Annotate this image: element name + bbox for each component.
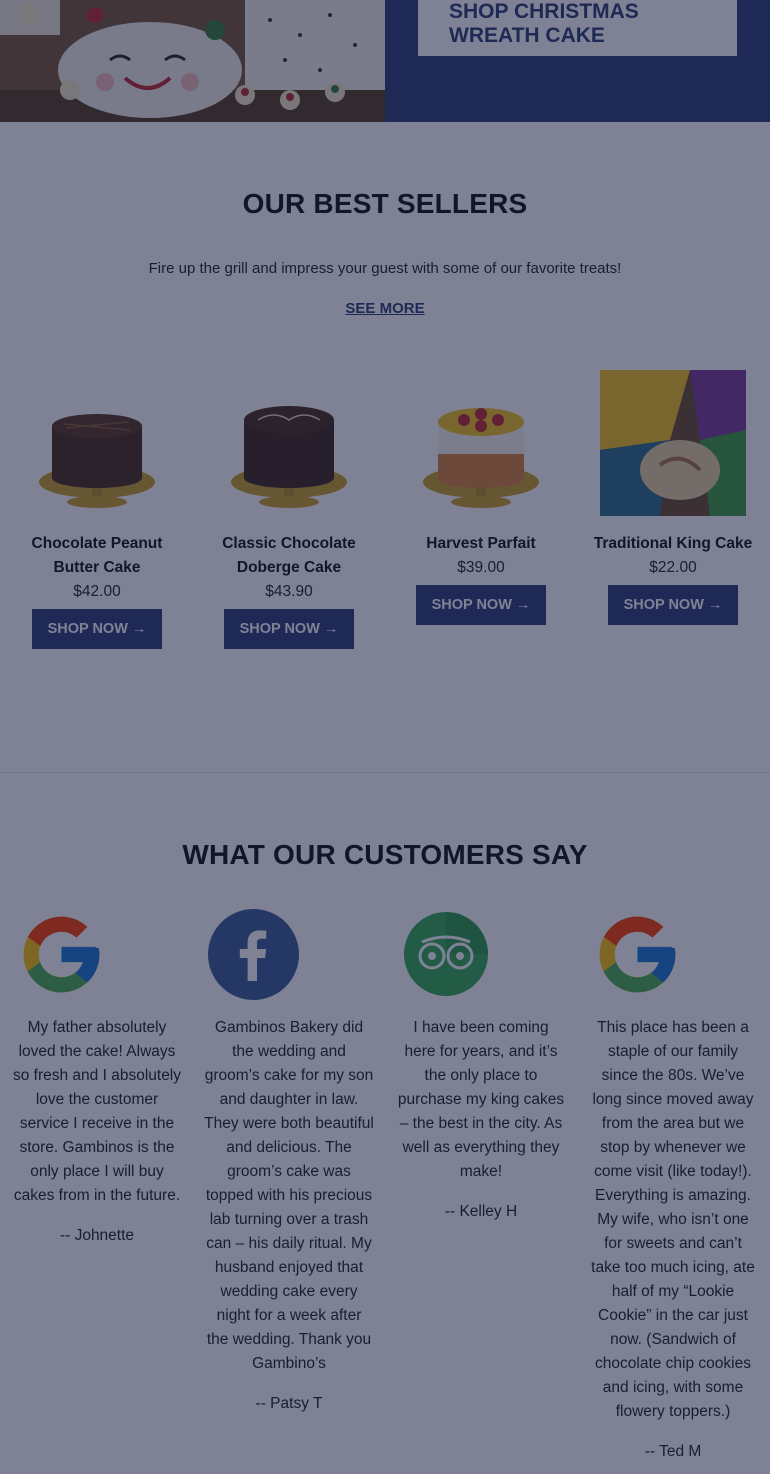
review-card: Gambinos Bakery did the wedding and groo…	[204, 909, 374, 1416]
shop-christmas-wreath-cake-button[interactable]: SHOP CHRISTMAS WREATH CAKE	[418, 0, 737, 56]
see-more-link[interactable]: SEE MORE	[0, 300, 770, 317]
review-card: This place has been a staple of our fami…	[588, 916, 758, 1464]
product-image[interactable]	[216, 370, 362, 516]
product-price: $42.00	[73, 583, 121, 600]
product-image[interactable]	[408, 370, 554, 516]
best-sellers-title: OUR BEST SELLERS	[242, 188, 528, 219]
hero-banner: SHOP CHRISTMAS WREATH CAKE	[0, 0, 770, 122]
product-name[interactable]: Traditional King Cake	[588, 532, 758, 556]
reviews-title: WHAT OUR CUSTOMERS SAY	[182, 839, 588, 870]
section-divider	[0, 772, 770, 773]
product-card: Classic Chocolate Doberge Cake $43.90 SH…	[204, 370, 374, 649]
review-author: -- Ted M	[644, 1443, 702, 1460]
review-author: -- Patsy T	[255, 1395, 323, 1412]
google-icon	[592, 909, 683, 1005]
hero-cta-line1: SHOP CHRISTMAS	[449, 0, 639, 23]
review-text: Gambinos Bakery did the wedding and groo…	[204, 1019, 374, 1372]
product-image[interactable]	[600, 370, 746, 516]
review-text: My father absolutely loved the cake! Alw…	[12, 1019, 182, 1204]
hero-cta-line2: WREATH CAKE	[449, 24, 605, 47]
review-author: -- Kelley H	[444, 1203, 518, 1220]
facebook-icon	[208, 909, 299, 1005]
review-author: -- Johnette	[59, 1227, 135, 1244]
review-card: My father absolutely loved the cake! Alw…	[12, 916, 182, 1248]
page: SHOP CHRISTMAS WREATH CAKE OUR BEST SELL…	[0, 0, 770, 1474]
shop-now-button[interactable]: SHOP NOW →	[224, 609, 354, 649]
product-name[interactable]: Chocolate Peanut Butter Cake	[12, 532, 182, 580]
product-name[interactable]: Classic Chocolate Doberge Cake	[204, 532, 374, 580]
product-price: $43.90	[265, 583, 313, 600]
review-text: This place has been a staple of our fami…	[591, 1019, 755, 1420]
tripadvisor-icon	[404, 912, 488, 1001]
hero-cake-image	[0, 0, 385, 122]
product-image[interactable]	[24, 370, 170, 516]
shop-now-button[interactable]: SHOP NOW →	[32, 609, 162, 649]
product-card: Traditional King Cake $22.00 SHOP NOW →	[588, 370, 758, 625]
product-price: $22.00	[649, 559, 697, 576]
shop-now-button[interactable]: SHOP NOW →	[608, 585, 738, 625]
shop-now-button[interactable]: SHOP NOW →	[416, 585, 546, 625]
product-name[interactable]: Harvest Parfait	[396, 532, 566, 556]
google-icon	[16, 909, 107, 1005]
product-card: Harvest Parfait $39.00 SHOP NOW →	[396, 370, 566, 625]
review-card: I have been coming here for years, and i…	[396, 912, 566, 1224]
review-text: I have been coming here for years, and i…	[397, 1019, 565, 1180]
best-sellers-subtitle: Fire up the grill and impress your guest…	[148, 260, 622, 277]
product-price: $39.00	[457, 559, 505, 576]
product-card: Chocolate Peanut Butter Cake $42.00 SHOP…	[12, 370, 182, 649]
